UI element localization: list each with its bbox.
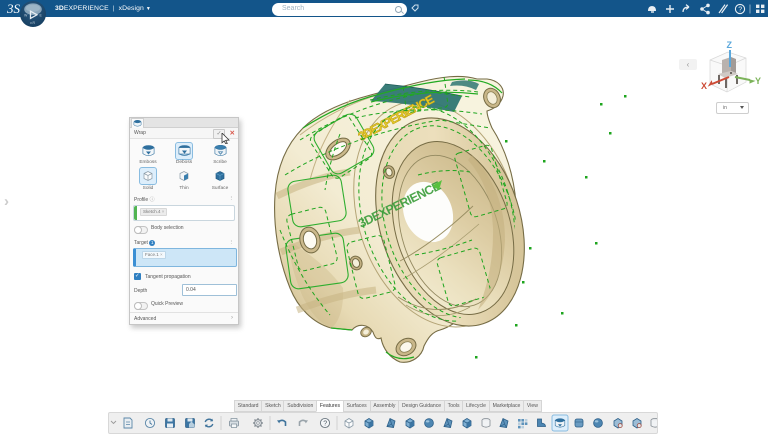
svg-text:Z: Z <box>727 40 733 50</box>
svg-text:Y: Y <box>755 76 761 86</box>
svg-text:?: ? <box>738 6 742 13</box>
svg-text:v.R: v.R <box>30 21 35 25</box>
svg-text:X: X <box>701 81 707 91</box>
svg-text:3S: 3S <box>7 2 21 15</box>
